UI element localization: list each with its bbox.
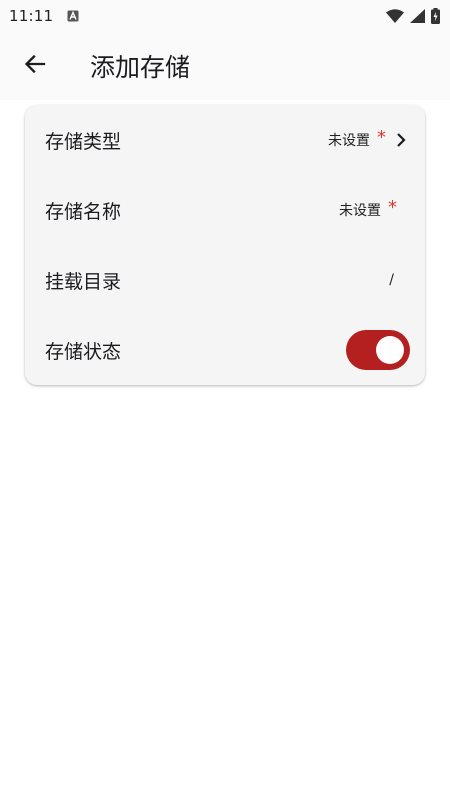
storage-name-value: 未设置 bbox=[339, 203, 381, 219]
status-time: 11:11 bbox=[9, 7, 54, 25]
storage-type-label: 存储类型 bbox=[45, 130, 122, 153]
arrow-back-icon bbox=[24, 53, 46, 79]
storage-status-label: 存储状态 bbox=[45, 340, 122, 363]
required-marker: * bbox=[388, 196, 397, 218]
a-letter-icon bbox=[67, 10, 79, 22]
mount-directory-row[interactable]: 挂载目录 / bbox=[25, 245, 425, 315]
required-marker: * bbox=[377, 126, 386, 148]
signal-icon bbox=[410, 9, 425, 23]
mount-directory-value: / bbox=[389, 272, 394, 288]
back-button[interactable] bbox=[11, 42, 59, 90]
page-title: 添加存储 bbox=[90, 53, 191, 82]
app-bar: 添加存储 bbox=[0, 32, 450, 100]
battery-charging-icon bbox=[431, 8, 440, 24]
wifi-icon bbox=[386, 9, 404, 23]
status-left: 11:11 bbox=[9, 7, 79, 25]
storage-type-value: 未设置 bbox=[328, 133, 370, 149]
storage-status-toggle[interactable] bbox=[346, 330, 410, 370]
mount-directory-value-group: / bbox=[389, 272, 397, 288]
storage-name-row[interactable]: 存储名称 未设置 * bbox=[25, 175, 425, 245]
storage-form-card: 存储类型 未设置 * 存储名称 未设置 * 挂载目录 / 存储状态 bbox=[25, 105, 425, 385]
status-icons bbox=[386, 8, 440, 24]
chevron-right-icon bbox=[395, 132, 407, 148]
storage-status-row: 存储状态 bbox=[25, 315, 425, 385]
storage-type-value-group: 未设置 * bbox=[328, 126, 406, 151]
storage-type-row[interactable]: 存储类型 未设置 * bbox=[25, 105, 425, 175]
status-bar: 11:11 bbox=[0, 0, 450, 32]
storage-name-value-group: 未设置 * bbox=[339, 196, 397, 221]
mount-directory-label: 挂载目录 bbox=[45, 270, 122, 293]
toggle-thumb bbox=[376, 336, 404, 364]
storage-name-label: 存储名称 bbox=[45, 200, 122, 223]
